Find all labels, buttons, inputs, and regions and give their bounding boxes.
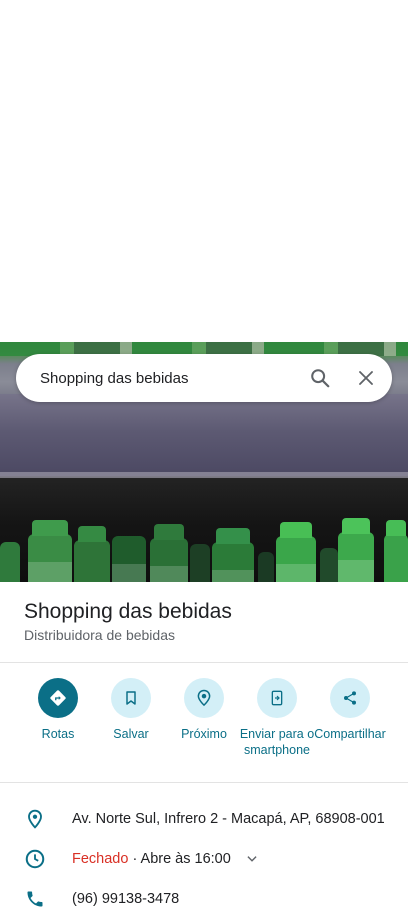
nearby-button[interactable]: Próximo (166, 676, 242, 742)
opening-hours: · Abre às 16:00 (128, 851, 231, 867)
action-label: Salvar (113, 727, 149, 741)
place-title: Shopping das bebidas (24, 600, 232, 623)
action-label: Compartilhar (314, 727, 386, 741)
shelf-decoration (0, 394, 408, 476)
place-category[interactable]: Distribuidora de bebidas (24, 627, 175, 643)
phone-icon (27, 891, 43, 907)
send-to-phone-icon (257, 678, 297, 718)
bottle-shape (258, 552, 274, 582)
search-bar[interactable]: Shopping das bebidas (16, 354, 392, 402)
search-button[interactable] (300, 358, 340, 398)
action-label: Enviar para o smartphone (239, 727, 315, 757)
bottle-shape (150, 524, 188, 582)
phone-row[interactable]: (96) 99138-3478 (0, 879, 408, 919)
bottle-shape (384, 520, 408, 582)
share-icon (330, 678, 370, 718)
bottle-shape (190, 544, 210, 582)
open-status: Fechado (72, 851, 129, 867)
search-query[interactable]: Shopping das bebidas (40, 370, 300, 387)
share-button[interactable]: Compartilhar (312, 676, 388, 742)
directions-icon (38, 678, 78, 718)
divider (0, 782, 408, 783)
close-icon (359, 371, 373, 385)
bottle-shape (74, 526, 110, 582)
bottle-shape (276, 522, 316, 582)
bookmark-icon (111, 678, 151, 718)
bottle-shape (28, 520, 72, 582)
directions-button[interactable]: Rotas (20, 676, 96, 742)
clear-search-button[interactable] (346, 358, 386, 398)
bottle-shape (338, 518, 374, 582)
send-to-phone-button[interactable]: Enviar para o smartphone (239, 676, 315, 758)
action-label: Próximo (181, 727, 227, 741)
hours-row[interactable]: Fechado · Abre às 16:00 (0, 839, 408, 879)
clock-icon (25, 849, 45, 869)
divider (0, 662, 408, 663)
action-label: Rotas (41, 727, 75, 741)
bottle-shape (0, 542, 20, 582)
address-row[interactable]: Av. Norte Sul, Infrero 2 - Macapá, AP, 6… (0, 799, 408, 839)
bottle-shape (212, 528, 254, 582)
location-pin-icon (28, 809, 42, 829)
bottle-shape (112, 536, 146, 582)
chevron-down-icon[interactable] (245, 852, 259, 866)
nearby-icon (184, 678, 224, 718)
save-button[interactable]: Salvar (93, 676, 169, 742)
search-icon (311, 369, 330, 388)
address-text: Av. Norte Sul, Infrero 2 - Macapá, AP, 6… (72, 811, 385, 827)
phone-number: (96) 99138-3478 (72, 891, 180, 907)
action-bar: Rotas Salvar Próximo Enviar para o smart… (0, 676, 408, 776)
bottle-shape (320, 548, 338, 582)
shelf-decoration (0, 472, 408, 478)
